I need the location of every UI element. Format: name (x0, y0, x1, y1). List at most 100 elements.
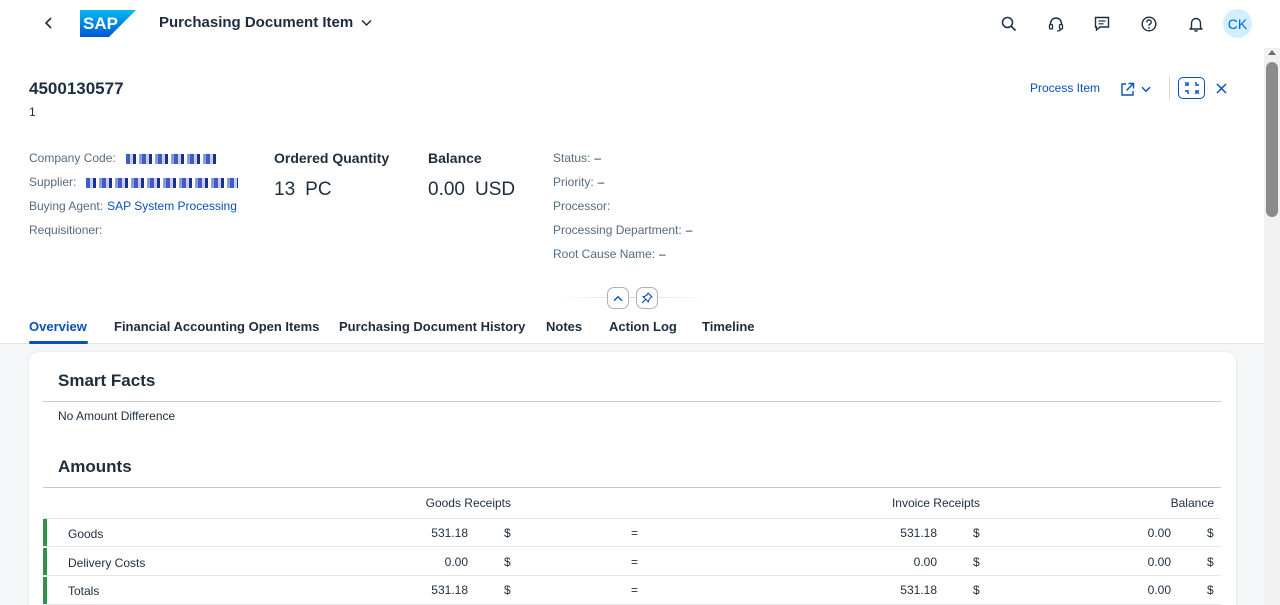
help-icon (1141, 16, 1157, 32)
equals-operator: = (631, 526, 639, 540)
processing-department-label: Processing Department: (553, 223, 682, 237)
balance-currency: $ (1207, 583, 1214, 597)
header-divider (560, 297, 706, 298)
toolbar-separator (1169, 76, 1170, 100)
supplier-label: Supplier: (29, 175, 77, 189)
scrollbar-thumb[interactable] (1266, 62, 1278, 217)
scroll-up-arrow[interactable] (1268, 50, 1276, 55)
balance-label: Balance (428, 150, 482, 166)
supplier-value-redacted (86, 177, 239, 188)
company-code-value-redacted (125, 153, 218, 164)
tab-timeline[interactable]: Timeline (702, 319, 755, 334)
balance-amount: 0.00 (1147, 555, 1171, 569)
balance-value: 0.00 USD (428, 179, 515, 201)
table-row-delivery-costs[interactable]: Delivery Costs 0.00 $ = 0.00 $ 0.00 $ (43, 548, 1221, 576)
chevron-down-icon (361, 19, 372, 26)
tab-purchasing-document-history[interactable]: Purchasing Document History (339, 319, 525, 334)
requisitioner-label: Requisitioner: (29, 223, 103, 237)
share-icon (1121, 82, 1135, 96)
processor-field: Processor: (553, 199, 610, 213)
root-cause-name-value: – (659, 247, 666, 261)
balance-currency: $ (1207, 526, 1214, 540)
root-cause-name-label: Root Cause Name: (553, 247, 656, 261)
goods-receipts-amount: 0.00 (444, 555, 468, 569)
column-invoice-receipts: Invoice Receipts (891, 496, 980, 510)
supplier-field: Supplier: (29, 175, 239, 189)
priority-field: Priority: – (553, 175, 604, 189)
user-avatar[interactable]: CK (1223, 9, 1252, 38)
feedback-icon (1094, 16, 1110, 32)
notifications-button[interactable] (1183, 11, 1209, 37)
close-icon (1215, 82, 1227, 94)
goods-receipts-currency: $ (504, 526, 511, 540)
status-indicator (43, 577, 47, 604)
buying-agent-label: Buying Agent: (29, 199, 104, 213)
priority-label: Priority: (553, 175, 594, 189)
exit-full-screen-button[interactable] (1178, 77, 1205, 99)
smart-facts-text: No Amount Difference (58, 409, 176, 423)
amounts-title: Amounts (58, 457, 132, 476)
object-header: 4500130577 1 Process Item Company Code: … (0, 48, 1264, 344)
tab-financial-accounting-open-items[interactable]: Financial Accounting Open Items (114, 319, 319, 334)
page-title: 4500130577 (29, 79, 124, 98)
row-label: Totals (68, 584, 100, 598)
balance-currency: $ (1207, 555, 1214, 569)
invoice-receipts-amount: 0.00 (913, 555, 937, 569)
buying-agent-field: Buying Agent: SAP System Processing (29, 199, 237, 213)
pin-icon (641, 292, 653, 304)
tab-bar: Overview Financial Accounting Open Items… (0, 312, 1264, 344)
invoice-receipts-currency: $ (973, 555, 980, 569)
feedback-button[interactable] (1089, 11, 1115, 37)
balance-currency: USD (474, 179, 516, 200)
back-icon (44, 17, 52, 29)
support-button[interactable] (1043, 11, 1069, 37)
help-button[interactable] (1136, 11, 1162, 37)
status-indicator (43, 519, 47, 546)
collapse-header-button[interactable] (607, 287, 629, 309)
goods-receipts-currency: $ (504, 555, 511, 569)
table-row-goods[interactable]: Goods 531.18 $ = 531.18 $ 0.00 $ (43, 519, 1221, 547)
content-area: Smart Facts No Amount Difference Amounts… (0, 344, 1264, 605)
ordered-quantity-value: 13 PC (274, 179, 332, 201)
exit-full-screen-icon (1184, 81, 1199, 95)
bell-icon (1189, 17, 1203, 32)
column-goods-receipts: Goods Receipts (425, 496, 511, 510)
amounts-divider (43, 487, 1221, 488)
svg-text:SAP: SAP (83, 14, 118, 33)
smart-facts-divider (43, 401, 1221, 402)
processing-department-value: – (685, 223, 693, 237)
search-button[interactable] (996, 11, 1022, 37)
invoice-receipts-amount: 531.18 (900, 583, 937, 597)
search-icon (1001, 16, 1017, 32)
invoice-receipts-currency: $ (973, 526, 980, 540)
chevron-up-icon (613, 295, 623, 301)
ordered-quantity-label: Ordered Quantity (274, 150, 390, 166)
table-row-totals[interactable]: Totals 531.18 $ = 531.18 $ 0.00 $ (43, 577, 1221, 605)
balance-amount: 0.00 (1147, 526, 1171, 540)
company-code-field: Company Code: (29, 151, 218, 165)
equals-operator: = (631, 555, 639, 569)
overview-card: Smart Facts No Amount Difference Amounts… (29, 352, 1236, 605)
tab-overview[interactable]: Overview (29, 319, 87, 334)
app-title: Purchasing Document Item (159, 14, 354, 31)
row-label: Delivery Costs (68, 556, 146, 570)
goods-receipts-amount: 531.18 (431, 583, 468, 597)
invoice-receipts-currency: $ (973, 583, 980, 597)
tab-action-log[interactable]: Action Log (609, 319, 677, 334)
column-balance: Balance (1170, 496, 1214, 510)
processor-label: Processor: (553, 199, 611, 213)
share-menu-button[interactable] (1120, 78, 1158, 100)
shell-bar: SAP Purchasing Document Item CK (0, 0, 1264, 48)
priority-value: – (597, 175, 605, 189)
sap-logo[interactable]: SAP (80, 10, 136, 37)
back-button[interactable] (36, 10, 62, 36)
close-button[interactable] (1212, 78, 1230, 98)
pin-header-button[interactable] (636, 287, 658, 309)
app-title-menu[interactable]: Purchasing Document Item (159, 14, 372, 31)
buying-agent-link[interactable]: SAP System Processing (107, 199, 237, 213)
headset-icon (1048, 17, 1064, 32)
tab-notes[interactable]: Notes (546, 319, 582, 334)
invoice-receipts-amount: 531.18 (900, 526, 937, 540)
process-item-button[interactable]: Process Item (1030, 81, 1100, 95)
goods-receipts-amount: 531.18 (431, 526, 468, 540)
